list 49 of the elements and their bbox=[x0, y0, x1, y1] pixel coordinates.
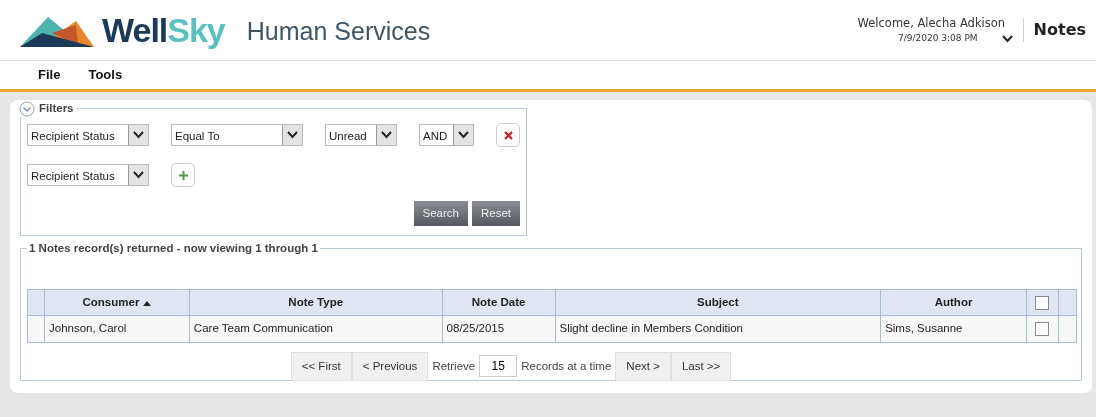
retrieve-label: Retrieve bbox=[431, 358, 477, 374]
row-checkbox[interactable] bbox=[1035, 322, 1050, 337]
page-size-field[interactable]: 15 bbox=[479, 355, 518, 378]
caret-down-icon bbox=[458, 131, 469, 139]
caret-down-icon bbox=[133, 171, 144, 179]
caret-down-icon bbox=[381, 131, 392, 139]
remove-filter-button[interactable] bbox=[496, 123, 520, 147]
next-page-button[interactable]: Next > bbox=[615, 351, 671, 381]
reset-button[interactable]: Reset bbox=[471, 201, 520, 227]
caret-down-icon bbox=[287, 131, 298, 139]
table-cell: Slight decline in Members Condition bbox=[555, 315, 881, 342]
welcome-text: Welcome, Alecha Adkison bbox=[857, 14, 1006, 32]
table-cell bbox=[27, 315, 45, 342]
select-all-checkbox[interactable] bbox=[1035, 295, 1050, 310]
first-page-button[interactable]: << First bbox=[290, 351, 352, 381]
dropdown-field[interactable]: AND bbox=[419, 124, 474, 146]
table-cell: 08/25/2015 bbox=[442, 315, 556, 342]
search-button[interactable]: Search bbox=[413, 201, 468, 227]
table-header-cell bbox=[27, 289, 45, 316]
table-cell: Care Team Communication bbox=[189, 315, 443, 342]
date-time-text: 7/9/2020 3:08 PM bbox=[898, 31, 978, 45]
close-icon bbox=[503, 130, 513, 140]
product-name: Human Services bbox=[246, 16, 431, 48]
dropdown-field[interactable]: Recipient Status bbox=[27, 124, 149, 146]
caret-down-icon bbox=[1001, 34, 1013, 43]
column-header[interactable]: Note Type bbox=[189, 289, 443, 316]
menu-item[interactable]: File bbox=[38, 65, 61, 85]
caret-down-icon bbox=[133, 131, 144, 139]
dropdown-field[interactable]: Unread bbox=[325, 124, 397, 146]
dropdown-field[interactable]: Equal To bbox=[171, 124, 303, 146]
column-header[interactable]: Note Date bbox=[442, 289, 556, 316]
add-filter-button[interactable] bbox=[171, 163, 195, 187]
menu-item[interactable]: Tools bbox=[88, 65, 123, 85]
chevron-down-icon[interactable] bbox=[1001, 34, 1013, 43]
collapse-toggle-icon[interactable] bbox=[19, 100, 35, 117]
previous-page-button[interactable]: < Previous bbox=[351, 351, 429, 381]
dropdown-field[interactable]: Recipient Status bbox=[27, 164, 149, 186]
logo-wordmark: WellSky bbox=[102, 9, 225, 51]
table-cell: Sims, Susanne bbox=[880, 315, 1027, 342]
records-label: Records at a time bbox=[520, 358, 613, 374]
table-cell: Johnson, Carol bbox=[44, 315, 190, 342]
column-header[interactable]: Consumer bbox=[44, 289, 190, 316]
last-page-button[interactable]: Last >> bbox=[670, 351, 732, 381]
plus-icon bbox=[177, 169, 189, 181]
fieldset-legend: 1 Notes record(s) returned - now viewing 1 through 1 bbox=[29, 242, 318, 254]
section-title: Notes bbox=[1022, 18, 1086, 42]
column-header[interactable]: Author bbox=[880, 289, 1027, 316]
column-header[interactable]: Subject bbox=[555, 289, 881, 316]
fieldset-legend: Filters bbox=[39, 100, 74, 118]
